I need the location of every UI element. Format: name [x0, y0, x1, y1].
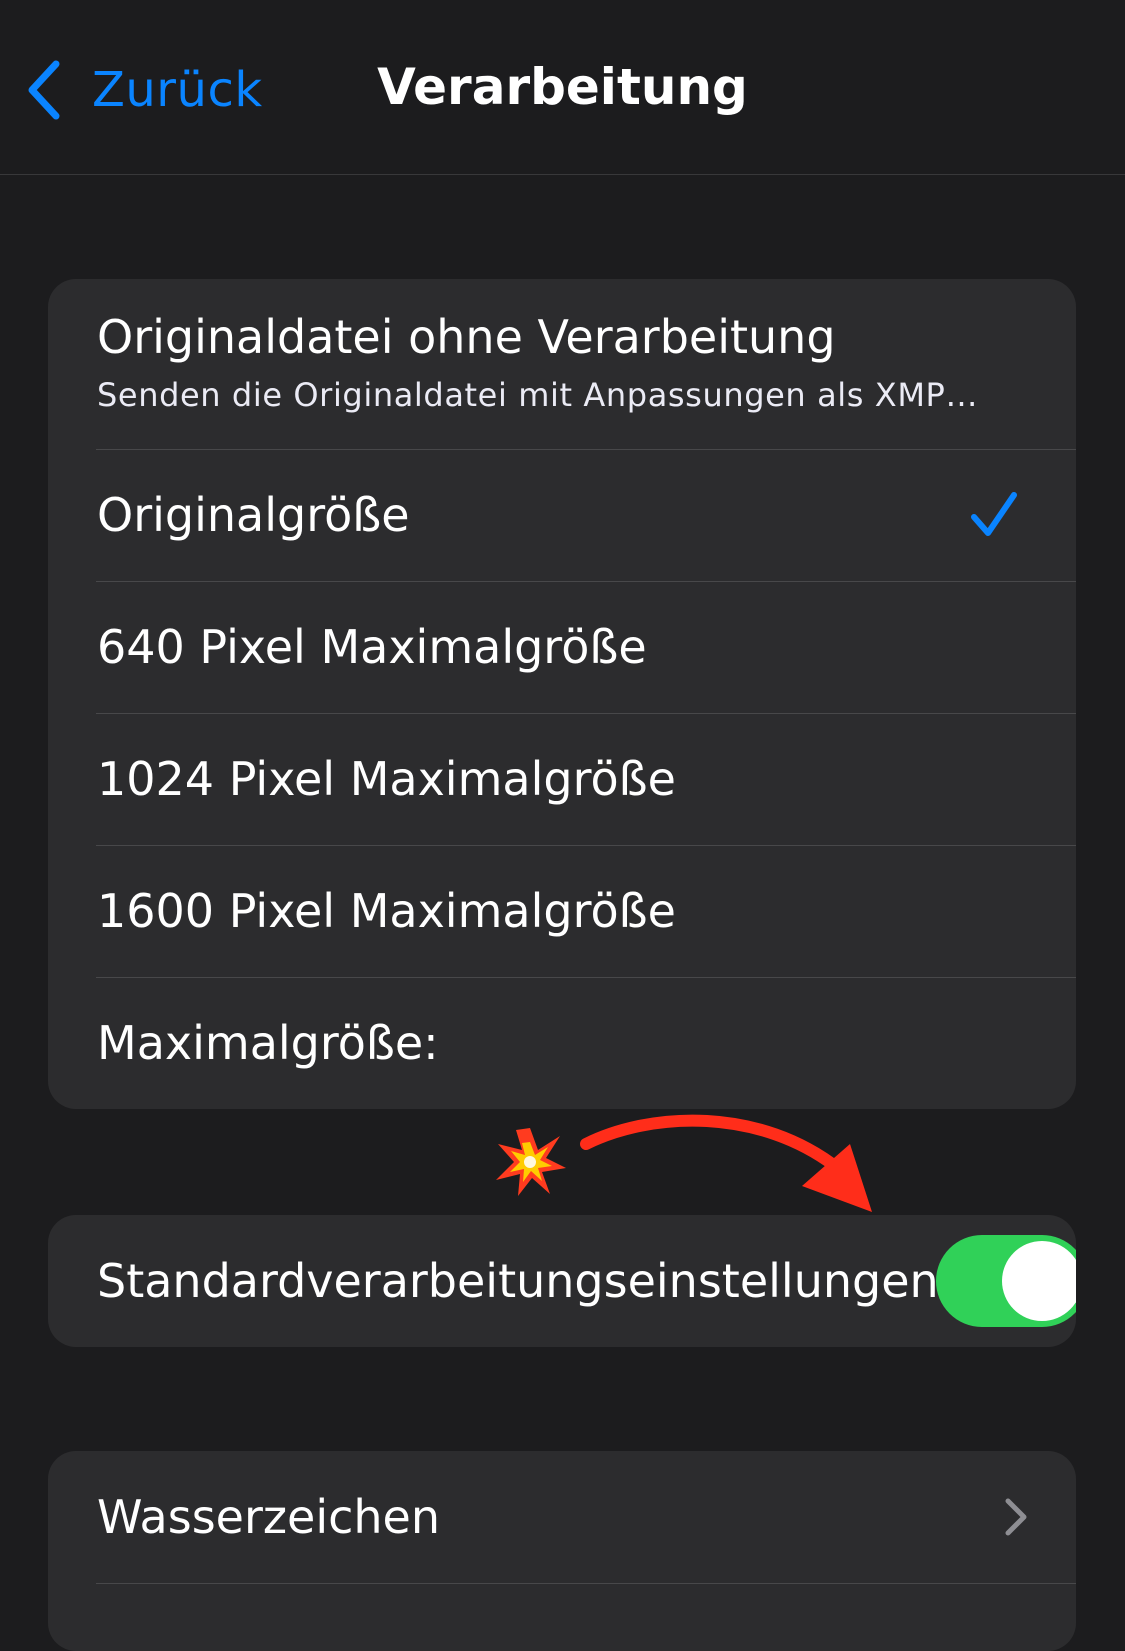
default-settings-row: Standardverarbeitungseinstellungen [48, 1215, 1076, 1347]
option-max-size[interactable]: Maximalgröße: [48, 977, 1076, 1109]
option-label: 1600 Pixel Maximalgröße [97, 884, 676, 938]
next-row[interactable] [48, 1583, 1076, 1651]
default-settings-label: Standardverarbeitungseinstellungen [97, 1254, 939, 1308]
option-label: Maximalgröße: [97, 1016, 439, 1070]
navigation-bar: Zurück Verarbeitung [0, 0, 1125, 175]
collision-emoji-icon [496, 1128, 566, 1196]
option-original-size[interactable]: Originalgröße [48, 449, 1076, 581]
option-640[interactable]: 640 Pixel Maximalgröße [48, 581, 1076, 713]
watermark-group: Wasserzeichen [48, 1451, 1076, 1651]
annotation-arrow [496, 1114, 872, 1212]
option-label: Originaldatei ohne Verarbeitung [97, 310, 836, 364]
page-title: Verarbeitung [0, 58, 1125, 116]
option-label: 1024 Pixel Maximalgröße [97, 752, 676, 806]
watermark-label: Wasserzeichen [97, 1490, 441, 1544]
page-title-text: Verarbeitung [377, 58, 748, 116]
option-1600[interactable]: 1600 Pixel Maximalgröße [48, 845, 1076, 977]
size-options-group: Originaldatei ohne Verarbeitung Senden d… [48, 279, 1076, 1109]
option-label: 640 Pixel Maximalgröße [97, 620, 647, 674]
chevron-right-icon [1005, 1498, 1027, 1536]
option-1024[interactable]: 1024 Pixel Maximalgröße [48, 713, 1076, 845]
watermark-row[interactable]: Wasserzeichen [48, 1451, 1076, 1583]
option-label: Originalgröße [97, 488, 410, 542]
default-settings-group: Standardverarbeitungseinstellungen [48, 1215, 1076, 1347]
toggle-knob [1002, 1241, 1076, 1321]
default-settings-toggle[interactable] [936, 1235, 1076, 1327]
checkmark-icon [971, 492, 1017, 536]
option-sublabel: Senden die Originaldatei mit Anpassungen… [97, 376, 979, 414]
option-original-file[interactable]: Originaldatei ohne Verarbeitung Senden d… [48, 279, 1076, 449]
